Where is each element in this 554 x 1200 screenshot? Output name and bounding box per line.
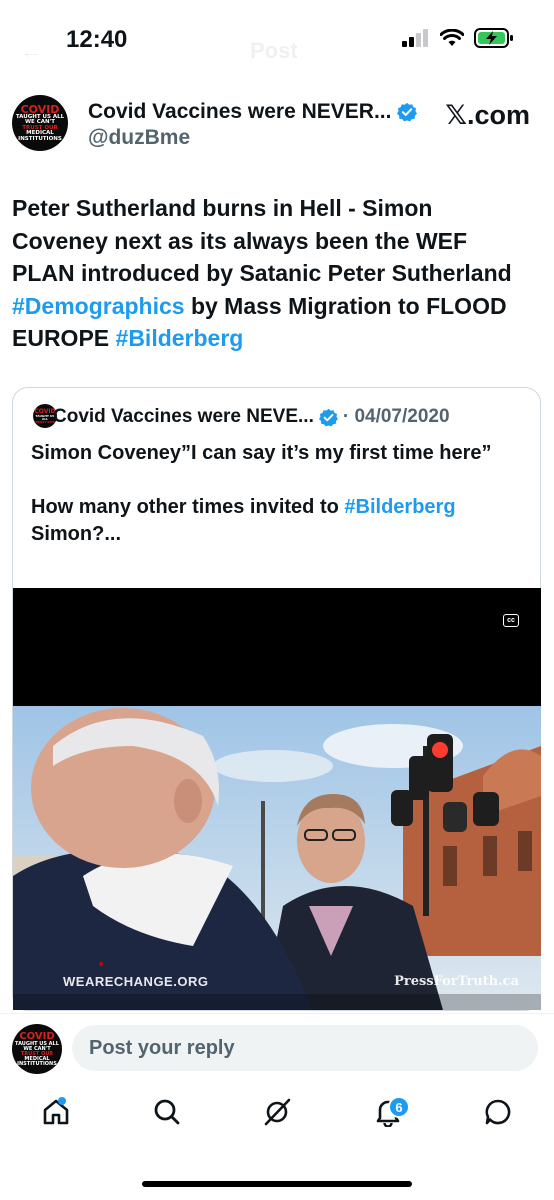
status-icons	[402, 28, 514, 48]
quoted-text-line: How many other times invited to #Bilderb…	[31, 494, 521, 548]
x-brand-logo: 𝕏.com	[445, 100, 530, 130]
author-name[interactable]: Covid Vaccines were NEVER...	[88, 100, 418, 124]
video-watermark-left: WEARECHANGE.ORG	[63, 974, 209, 989]
post-text: Peter Sutherland burns in Hell - Simon C…	[12, 192, 532, 355]
battery-icon	[474, 28, 513, 48]
tab-messages[interactable]	[478, 1090, 518, 1134]
status-bar: ← 12:40 Post	[0, 0, 554, 80]
avatar-text: MEDICAL INSTITUTIONS	[17, 1055, 57, 1067]
video-frame	[13, 706, 541, 1010]
divider	[0, 1013, 554, 1014]
my-avatar[interactable]: COVID TAUGHT US ALL WE CAN'T TRUST OUR M…	[12, 1024, 62, 1074]
author-handle[interactable]: @duzBme	[88, 126, 190, 150]
tab-notifications[interactable]: 6	[368, 1090, 410, 1134]
page-title: Post	[250, 38, 298, 63]
post-text-part: Peter Sutherland burns in Hell - Simon C…	[12, 195, 512, 286]
quoted-text-line: Simon Coveney”I can say it’s my first ti…	[31, 442, 492, 464]
signal-icon	[402, 29, 428, 47]
reply-placeholder: Post your reply	[89, 1036, 235, 1059]
quoted-author: Covid Vaccines were NEVE... · 04/07/2020	[53, 406, 450, 428]
video-player[interactable]: cc WEARECHANGE.ORG PressForTruth.ca	[13, 588, 541, 1010]
tab-bar: 6	[0, 1090, 554, 1146]
author-name-text: Covid Vaccines were NEVER...	[88, 100, 392, 123]
author-avatar[interactable]: COVID TAUGHT US ALL WE CAN'T TRUST OUR M…	[12, 95, 68, 151]
search-icon	[154, 1099, 180, 1125]
notifications-badge: 6	[388, 1096, 410, 1118]
messages-icon	[485, 1099, 511, 1125]
avatar-text: COVID	[19, 1030, 55, 1042]
quoted-date: · 04/07/2020	[342, 406, 450, 427]
quoted-text-part: How many other times invited to	[31, 496, 345, 518]
reply-input[interactable]: Post your reply	[72, 1025, 538, 1071]
cc-icon[interactable]: cc	[503, 614, 519, 627]
tab-search[interactable]	[147, 1090, 187, 1134]
verified-icon	[318, 408, 338, 426]
avatar-text: MEDICAL INSTITUTIONS	[18, 130, 62, 142]
status-time: 12:40	[66, 26, 128, 53]
verified-icon	[397, 102, 418, 122]
quoted-author-name: Covid Vaccines were NEVE...	[53, 406, 314, 427]
home-indicator	[142, 1181, 412, 1187]
home-icon	[43, 1099, 69, 1125]
tab-grok[interactable]	[257, 1090, 297, 1134]
back-arrow-icon[interactable]: ←	[20, 38, 42, 64]
video-watermark-right: PressForTruth.ca	[394, 974, 519, 989]
wifi-icon	[440, 29, 464, 46]
unread-dot	[58, 1097, 66, 1105]
quoted-text: Simon Coveney”I can say it’s my first ti…	[31, 440, 521, 575]
hashtag-link[interactable]: #Bilderberg	[344, 496, 455, 518]
tab-home[interactable]	[36, 1090, 76, 1134]
quoted-text-part: Simon?...	[31, 523, 121, 545]
hashtag-link[interactable]: #Demographics	[12, 293, 185, 319]
grok-icon	[264, 1098, 291, 1126]
avatar-text: TRUST OUR	[35, 419, 55, 424]
hashtag-link[interactable]: #Bilderberg	[116, 325, 244, 351]
